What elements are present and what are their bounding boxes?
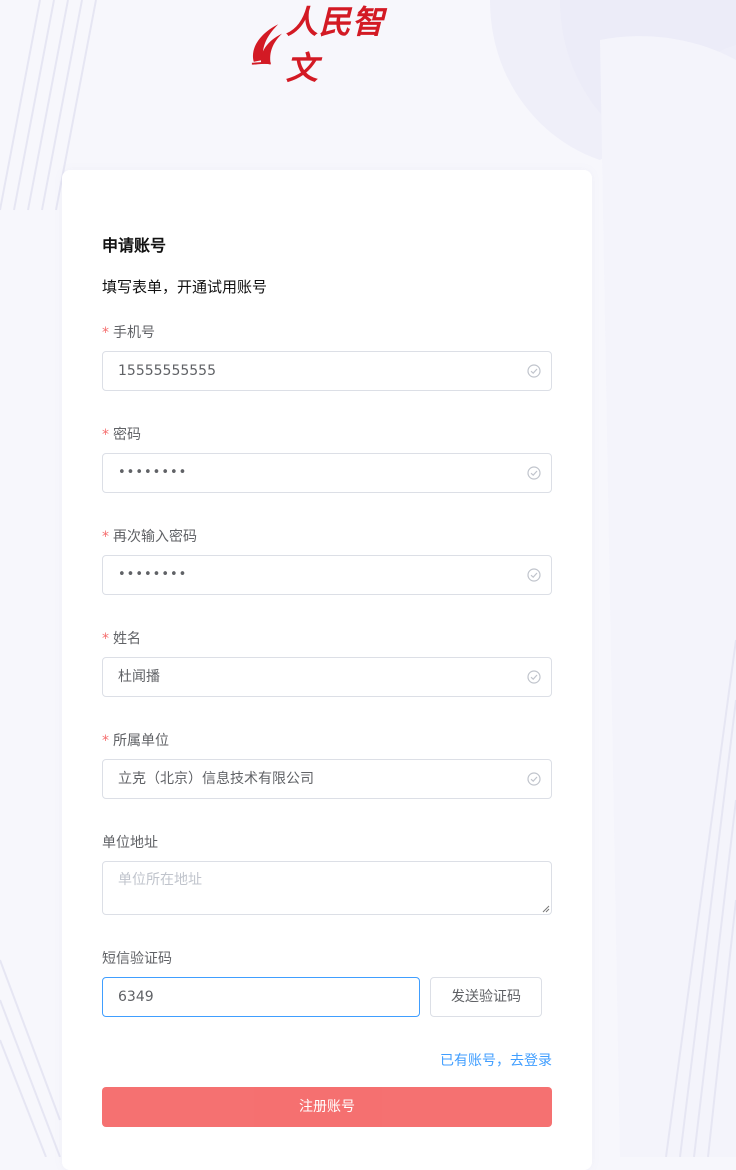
address-placeholder: 单位所在地址: [118, 872, 202, 888]
address-textarea[interactable]: 单位所在地址: [102, 861, 552, 915]
confirm-password-label: * 再次输入密码: [102, 529, 197, 545]
flame-ribbon-icon: [251, 24, 282, 65]
organization-input[interactable]: 立克（北京）信息技术有限公司: [102, 759, 552, 799]
password-input[interactable]: ••••••••: [102, 453, 552, 493]
resize-handle-icon[interactable]: [542, 905, 550, 913]
login-link[interactable]: 已有账号，去登录: [440, 1050, 552, 1070]
check-circle-icon: [527, 670, 541, 684]
sms-code-label: 短信验证码: [102, 951, 172, 967]
organization-value: 立克（北京）信息技术有限公司: [118, 771, 314, 787]
sms-code-value: 6349: [118, 989, 154, 1005]
page-subtitle: 填写表单，开通试用账号: [102, 278, 268, 296]
name-value: 杜闻播: [118, 669, 160, 685]
password-value: ••••••••: [118, 465, 188, 480]
send-code-button[interactable]: 发送验证码: [430, 977, 542, 1017]
name-label: * 姓名: [102, 631, 141, 647]
required-mark: *: [102, 631, 109, 647]
phone-value: 15555555555: [118, 363, 216, 379]
required-mark: *: [102, 325, 109, 341]
address-label: 单位地址: [102, 835, 158, 851]
check-circle-icon: [527, 772, 541, 786]
required-mark: *: [102, 529, 109, 545]
sms-code-input[interactable]: 6349: [102, 977, 420, 1017]
logo-text: 人民智文: [285, 3, 385, 87]
register-card: 申请账号 填写表单，开通试用账号 * 手机号 15555555555 * 密码 ••…: [62, 170, 592, 1170]
page-title: 申请账号: [102, 236, 167, 255]
check-circle-icon: [527, 364, 541, 378]
organization-label: * 所属单位: [102, 733, 169, 749]
check-circle-icon: [527, 466, 541, 480]
phone-input[interactable]: 15555555555: [102, 351, 552, 391]
brand-logo: 人民智文: [250, 3, 410, 87]
required-mark: *: [102, 427, 109, 443]
password-label: * 密码: [102, 427, 141, 443]
name-input[interactable]: 杜闻播: [102, 657, 552, 697]
required-mark: *: [102, 733, 109, 749]
check-circle-icon: [527, 568, 541, 582]
register-button[interactable]: 注册账号: [102, 1087, 552, 1127]
confirm-password-value: ••••••••: [118, 567, 188, 582]
phone-label: * 手机号: [102, 325, 155, 341]
confirm-password-input[interactable]: ••••••••: [102, 555, 552, 595]
